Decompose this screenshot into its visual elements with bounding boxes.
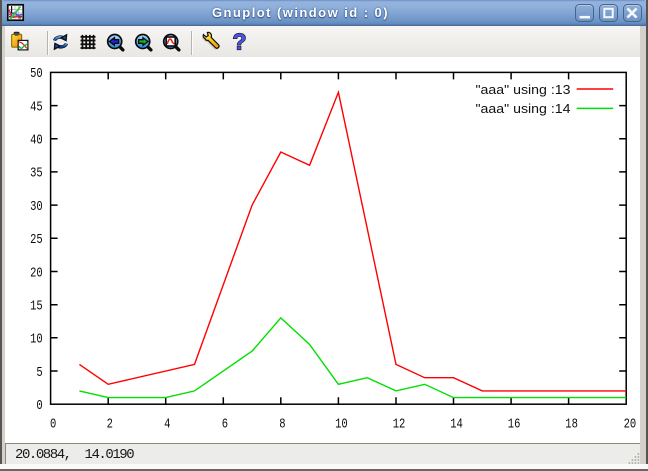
svg-text:30: 30 — [30, 199, 43, 215]
svg-text:0: 0 — [36, 398, 42, 414]
svg-text:4: 4 — [164, 416, 170, 432]
svg-text:8: 8 — [279, 416, 285, 432]
svg-text:14: 14 — [450, 416, 463, 432]
svg-text:"aaa" using :13: "aaa" using :13 — [476, 82, 571, 97]
svg-text:40: 40 — [30, 133, 43, 149]
svg-text:2: 2 — [107, 416, 113, 432]
svg-text:20: 20 — [30, 265, 43, 281]
svg-text:25: 25 — [30, 232, 43, 248]
svg-text:50: 50 — [30, 66, 43, 82]
svg-text:6: 6 — [222, 416, 228, 432]
svg-text:18: 18 — [565, 416, 578, 432]
svg-text:12: 12 — [393, 416, 406, 432]
svg-text:"aaa" using :14: "aaa" using :14 — [476, 101, 571, 116]
svg-text:16: 16 — [508, 416, 521, 432]
svg-text:0: 0 — [50, 416, 56, 432]
svg-text:10: 10 — [30, 332, 43, 348]
svg-text:15: 15 — [30, 299, 43, 315]
svg-text:35: 35 — [30, 166, 43, 182]
svg-text:10: 10 — [335, 416, 348, 432]
svg-text:5: 5 — [36, 365, 42, 381]
svg-text:20: 20 — [624, 416, 637, 432]
svg-text:45: 45 — [30, 99, 43, 115]
